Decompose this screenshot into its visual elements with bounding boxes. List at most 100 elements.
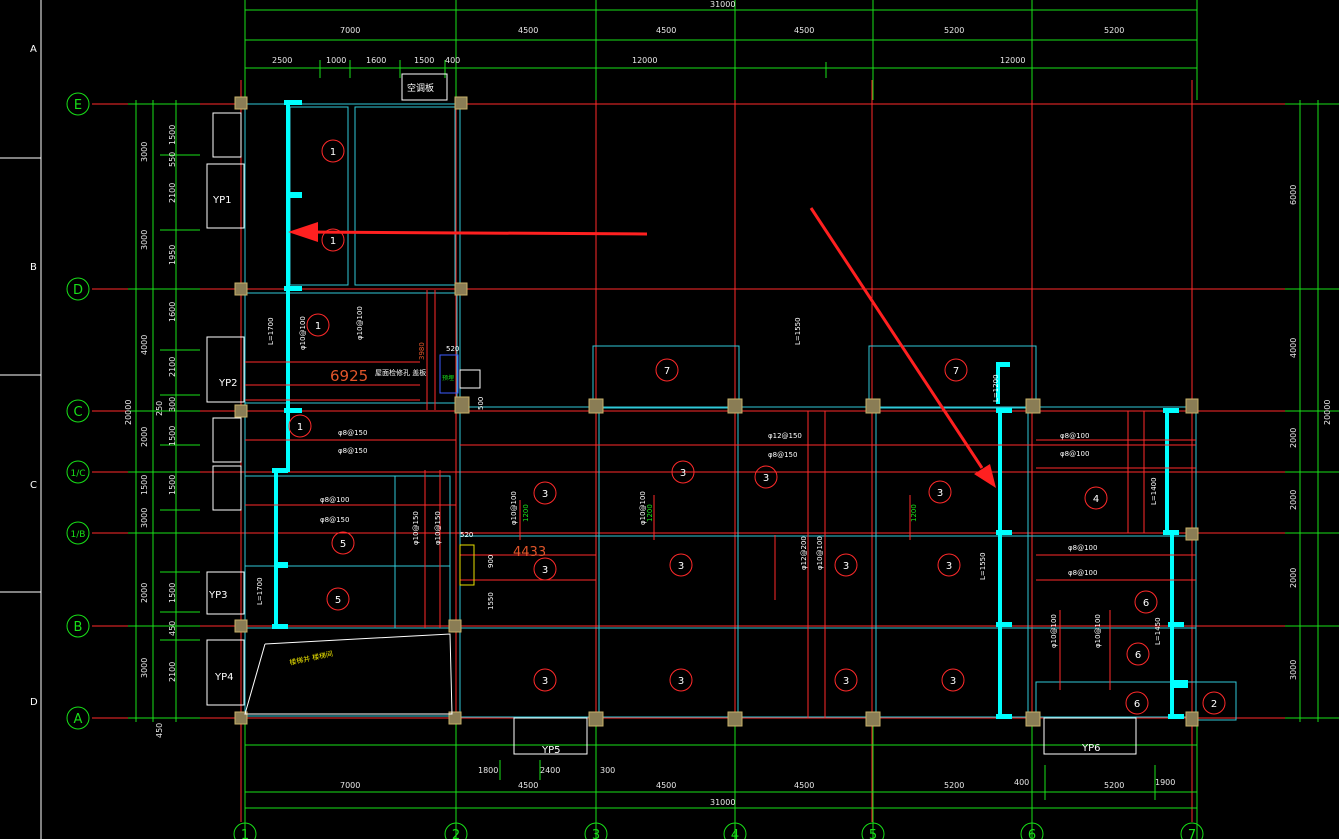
bottom-sub-dim-3: 300: [600, 766, 615, 775]
axis-grid: [92, 80, 1339, 822]
svg-text:L=1700: L=1700: [267, 317, 275, 345]
zone-2: 2: [1202, 691, 1226, 715]
left-sub-12: 2100: [168, 662, 177, 682]
right-dim-4: 2000: [1289, 490, 1298, 510]
yp-boxes: YP1 YP2 YP3 YP4 YP5 YP6 空调板: [206, 73, 1137, 756]
svg-text:φ10@100: φ10@100: [356, 306, 364, 340]
cad-drawing: A B C D 31000 7000 4500 4500 4500 5200 5…: [0, 0, 1339, 839]
svg-text:φ12@150: φ12@150: [768, 432, 802, 440]
side-marker-b: B: [30, 262, 37, 273]
top-sub-dim-3: 1600: [366, 56, 386, 65]
top-sub-dim-4: 1500: [414, 56, 434, 65]
svg-text:L=1550: L=1550: [979, 552, 987, 580]
bottom-dim-5: 5200: [944, 781, 964, 790]
yp4-label: YP4: [214, 672, 234, 683]
svg-text:L=1450: L=1450: [1154, 617, 1162, 645]
zone-7a: 7: [655, 358, 679, 382]
svg-text:2: 2: [1211, 699, 1217, 710]
svg-text:1: 1: [315, 321, 321, 332]
side-marker-a: A: [30, 44, 37, 55]
right-dim-3: 2000: [1289, 428, 1298, 448]
svg-text:φ10@100: φ10@100: [299, 316, 307, 350]
zone-3c: 3: [533, 481, 557, 505]
svg-text:5: 5: [340, 539, 346, 550]
left-dim-1: 3000: [140, 142, 149, 162]
svg-text:1200: 1200: [910, 504, 918, 522]
left-sub-11: 450: [168, 621, 177, 636]
left-sub-8: 1500: [168, 426, 177, 446]
svg-text:6: 6: [1028, 828, 1036, 839]
svg-text:φ8@150: φ8@150: [768, 451, 797, 459]
left-dim-5: 1500: [140, 475, 149, 495]
svg-text:φ8@100: φ8@100: [1068, 544, 1097, 552]
aircon-box-3: [212, 465, 242, 511]
svg-text:4: 4: [1093, 494, 1099, 505]
bottom-sub-dim-4: 400: [1014, 778, 1029, 787]
red-dim-6925: 6925: [330, 367, 368, 385]
side-marker-c: C: [30, 480, 37, 491]
left-sub-10: 1500: [168, 583, 177, 603]
bottom-total-dim: 31000: [710, 798, 735, 807]
yp2-box: [206, 336, 245, 403]
row-bubble-c: C: [66, 399, 90, 423]
svg-text:B: B: [74, 620, 83, 635]
svg-text:1200: 1200: [522, 504, 530, 522]
yp2-label: YP2: [218, 378, 238, 389]
svg-text:520: 520: [460, 531, 473, 539]
left-sub-5: 1600: [168, 302, 177, 322]
right-dim-6: 3000: [1289, 660, 1298, 680]
row-bubble-e: E: [66, 92, 90, 116]
svg-text:3: 3: [937, 488, 943, 499]
svg-text:1200: 1200: [646, 504, 654, 522]
svg-text:C: C: [73, 405, 82, 420]
right-total-dim: 20000: [1323, 400, 1332, 425]
svg-text:1: 1: [330, 236, 336, 247]
top-dim-4: 4500: [794, 26, 814, 35]
svg-text:φ8@150: φ8@150: [338, 447, 367, 455]
bottom-sub-dim-1: 1800: [478, 766, 498, 775]
svg-text:φ10@100: φ10@100: [510, 491, 518, 525]
green-sub-note: 预埋: [442, 374, 454, 382]
right-dim-5: 2000: [1289, 568, 1298, 588]
svg-text:L=1400: L=1400: [1150, 477, 1158, 505]
diag-arrow-head: [974, 464, 996, 488]
svg-text:1: 1: [241, 828, 249, 839]
row-bubble-a: A: [66, 706, 90, 730]
zone-3d: 3: [928, 480, 952, 504]
svg-text:φ8@100: φ8@100: [1060, 432, 1089, 440]
zone-4: 4: [1084, 486, 1108, 510]
left-sub-9: 1500: [168, 475, 177, 495]
zone-3e: 3: [533, 557, 557, 581]
svg-text:1: 1: [297, 422, 303, 433]
zone-3j: 3: [669, 668, 693, 692]
left-dim-8: 3000: [140, 658, 149, 678]
svg-text:7: 7: [1188, 828, 1196, 839]
svg-text:520: 520: [446, 345, 459, 353]
bottom-dim-1: 7000: [340, 781, 360, 790]
svg-text:3: 3: [680, 468, 686, 479]
left-sub-4: 1950: [168, 245, 177, 265]
svg-text:φ10@150: φ10@150: [412, 511, 420, 545]
svg-text:3: 3: [542, 489, 548, 500]
top-dim-6: 5200: [1104, 26, 1124, 35]
left-sub-2: 550: [168, 152, 177, 167]
zone-5a: 5: [331, 531, 355, 555]
svg-text:3: 3: [592, 828, 600, 839]
left-dim-2: 3000: [140, 230, 149, 250]
left-dim-10: 450: [155, 723, 164, 738]
svg-text:D: D: [73, 283, 83, 298]
svg-text:3: 3: [950, 676, 956, 687]
top-sub-dim-5: 400: [445, 56, 460, 65]
row-bubble-1b: 1/B: [66, 521, 90, 545]
top-sub-dim-2: 1000: [326, 56, 346, 65]
svg-text:3: 3: [542, 565, 548, 576]
svg-text:3: 3: [763, 473, 769, 484]
svg-text:φ8@150: φ8@150: [338, 429, 367, 437]
yp1-label: YP1: [212, 195, 232, 206]
zone-5b: 5: [326, 587, 350, 611]
stair-note: 屋面检修孔 盖板: [375, 368, 426, 377]
top-sub-dim-1: 2500: [272, 56, 292, 65]
row-bubble-d: D: [66, 277, 90, 301]
svg-text:7: 7: [664, 366, 670, 377]
left-arrow-head: [288, 222, 318, 242]
